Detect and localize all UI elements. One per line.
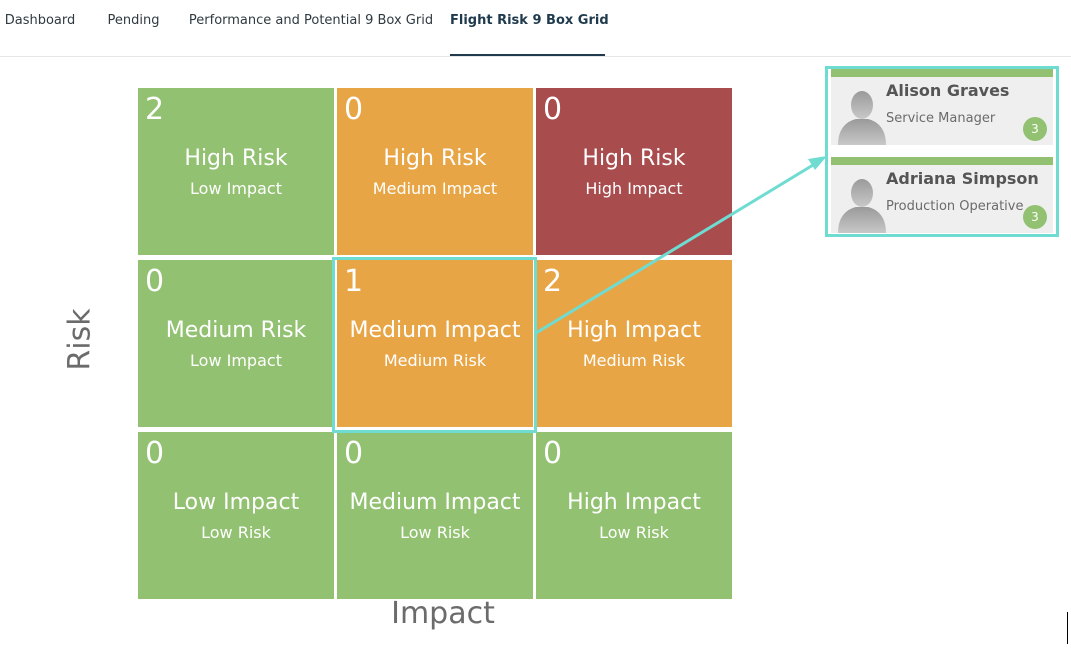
- cell-count: 0: [344, 436, 364, 471]
- cell-title: High Risk: [184, 146, 288, 171]
- cell-count: 0: [145, 436, 165, 471]
- grid-cell-medium-risk-low-impact[interactable]: 0 Medium Risk Low Impact: [138, 260, 334, 427]
- cell-count: 0: [145, 264, 165, 299]
- employee-rating-badge: 3: [1023, 117, 1047, 141]
- cell-subtitle: Low Risk: [400, 523, 470, 542]
- cell-count: 0: [344, 92, 364, 127]
- cell-subtitle: Low Impact: [190, 351, 282, 370]
- cell-subtitle: Medium Impact: [372, 179, 498, 198]
- cell-subtitle: Low Impact: [190, 179, 282, 198]
- grid-cell-high-risk-high-impact[interactable]: 0 High Risk High Impact: [536, 88, 732, 255]
- cell-count: 0: [543, 92, 563, 127]
- cell-count: 1: [344, 264, 364, 299]
- cell-title: High Impact: [567, 318, 701, 343]
- cell-title: High Risk: [582, 146, 686, 171]
- employee-name: Alison Graves: [886, 81, 1010, 100]
- tab-bar: Dashboard Pending Performance and Potent…: [0, 0, 1071, 57]
- cell-title: High Risk: [383, 146, 487, 171]
- y-axis-label: Risk: [62, 308, 98, 371]
- cell-title: Medium Impact: [349, 318, 521, 343]
- avatar-placeholder-icon: [838, 91, 886, 145]
- grid-cell-high-impact-medium-risk[interactable]: 2 High Impact Medium Risk: [536, 260, 732, 427]
- tab-pending[interactable]: Pending: [100, 0, 167, 56]
- employee-name: Adriana Simpson: [886, 169, 1039, 188]
- employee-rating-badge: 3: [1023, 205, 1047, 229]
- employee-card[interactable]: Alison Graves Service Manager 3: [831, 69, 1053, 145]
- tab-flight-risk-9-box-grid[interactable]: Flight Risk 9 Box Grid: [450, 0, 609, 56]
- tab-performance-potential-9-box-grid[interactable]: Performance and Potential 9 Box Grid: [188, 0, 434, 56]
- grid-cell-high-risk-low-impact[interactable]: 2 High Risk Low Impact: [138, 88, 334, 255]
- grid-cell-high-risk-medium-impact[interactable]: 0 High Risk Medium Impact: [337, 88, 533, 255]
- cell-title: Low Impact: [172, 490, 300, 515]
- tab-dashboard[interactable]: Dashboard: [0, 0, 80, 56]
- cell-title: High Impact: [567, 490, 701, 515]
- grid-cell-medium-impact-low-risk[interactable]: 0 Medium Impact Low Risk: [337, 432, 533, 599]
- employee-role: Service Manager: [886, 111, 996, 126]
- employee-card[interactable]: Adriana Simpson Production Operative 3: [831, 157, 1053, 233]
- cell-subtitle: High Impact: [585, 179, 683, 198]
- cell-title: Medium Risk: [165, 318, 307, 343]
- cell-count: 2: [145, 92, 165, 127]
- x-axis-label: Impact: [391, 596, 495, 631]
- grid-cell-high-impact-low-risk[interactable]: 0 High Impact Low Risk: [536, 432, 732, 599]
- text-cursor: [1067, 612, 1068, 644]
- cell-count: 2: [543, 264, 563, 299]
- cell-count: 0: [543, 436, 563, 471]
- cell-subtitle: Low Risk: [201, 523, 271, 542]
- cell-subtitle: Medium Risk: [582, 351, 686, 370]
- cell-subtitle: Low Risk: [599, 523, 669, 542]
- employee-role: Production Operative: [886, 199, 1024, 214]
- grid-cell-medium-impact-medium-risk[interactable]: 1 Medium Impact Medium Risk: [337, 260, 533, 427]
- cell-title: Medium Impact: [349, 490, 521, 515]
- employee-list-popup: Alison Graves Service Manager 3 Adriana …: [825, 66, 1059, 237]
- avatar-placeholder-icon: [838, 179, 886, 233]
- grid-cell-low-impact-low-risk[interactable]: 0 Low Impact Low Risk: [138, 432, 334, 599]
- cell-subtitle: Medium Risk: [383, 351, 487, 370]
